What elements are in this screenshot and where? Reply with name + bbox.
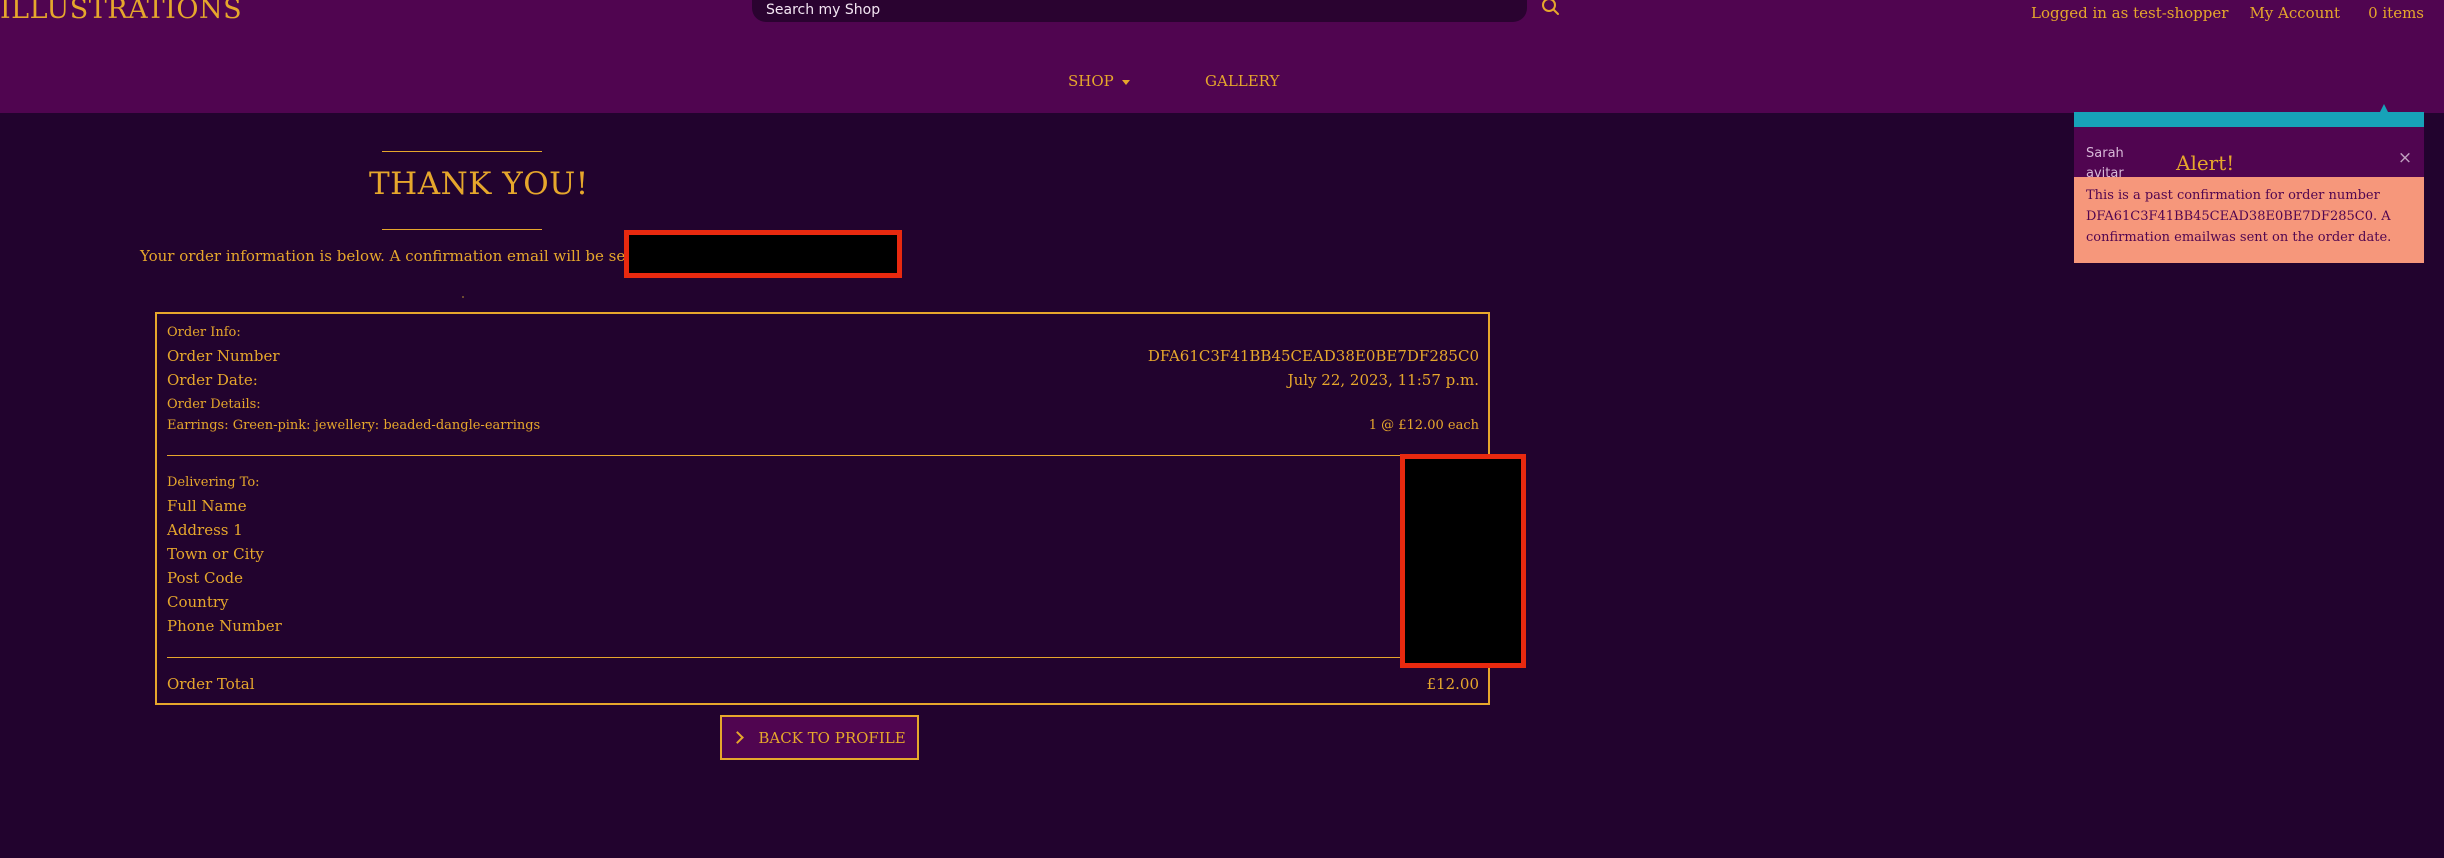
account-links: Logged in as test-shopper My Account 0 i… — [2031, 4, 2444, 22]
nav-shop-dropdown[interactable]: SHOP — [1068, 72, 1130, 90]
order-line-item: Earrings: Green-pink: jewellery: beaded-… — [167, 418, 1479, 433]
order-details-label: Order Details: — [167, 397, 261, 412]
page-title: THANK YOU! — [369, 166, 589, 202]
order-total-value: £12.00 — [1426, 675, 1480, 693]
cart-link[interactable]: 0 items — [2368, 4, 2424, 22]
site-header: ILLUSTRATIONS Logged in as test-shopper … — [0, 0, 2444, 113]
delivery-field-label: Phone Number — [167, 617, 282, 635]
item-qty-price: 1 @ £12.00 each — [1368, 418, 1479, 433]
delivery-field: Phone Number — [167, 617, 1479, 635]
title-rule-bottom — [382, 229, 542, 230]
alert-toast: Sarah avitar Alert! × This is a past con… — [2074, 104, 2424, 263]
delivery-field: Country — [167, 593, 1479, 611]
delivery-field: Town or City — [167, 545, 1479, 563]
order-details-heading-row: Order Details: — [167, 397, 1479, 412]
divider-dot — [462, 296, 464, 298]
nav-gallery-link[interactable]: GALLERY — [1205, 72, 1279, 90]
confirmation-intro: Your order information is below. A confi… — [140, 247, 661, 265]
delivery-field: Post Code — [167, 569, 1479, 587]
delivery-field-label: Country — [167, 593, 229, 611]
delivery-label: Delivering To: — [167, 475, 260, 490]
toast-message: This is a past confirmation for order nu… — [2074, 177, 2424, 263]
redacted-email — [624, 230, 902, 278]
section-divider — [167, 455, 1479, 456]
search-bar — [752, 0, 1527, 22]
back-to-profile-button[interactable]: BACK TO PROFILE — [720, 715, 919, 760]
toast-arrow — [2380, 104, 2388, 112]
delivery-field-label: Post Code — [167, 569, 243, 587]
avatar: Sarah avitar — [2086, 146, 2124, 181]
order-number-value: DFA61C3F41BB45CEAD38E0BE7DF285C0 — [1147, 347, 1479, 365]
toast-header: Sarah avitar Alert! × — [2074, 127, 2424, 181]
order-total-row: Order Total £12.00 — [167, 675, 1479, 693]
nav-shop-label: SHOP — [1068, 72, 1114, 90]
order-total-label: Order Total — [167, 675, 255, 693]
toast-accent-bar — [2074, 104, 2424, 127]
order-date-row: Order Date: July 22, 2023, 11:57 p.m. — [167, 371, 1479, 389]
delivery-field-label: Town or City — [167, 545, 264, 563]
title-rule-top — [382, 151, 542, 152]
chevron-right-icon — [731, 731, 745, 744]
order-info-label: Order Info: — [167, 325, 241, 340]
order-summary-card: Order Info: Order Number DFA61C3F41BB45C… — [155, 312, 1490, 705]
order-number-row: Order Number DFA61C3F41BB45CEAD38E0BE7DF… — [167, 347, 1479, 365]
search-button[interactable] — [1538, 0, 1564, 20]
order-date-label: Order Date: — [167, 371, 258, 389]
delivery-field: Full Name — [167, 497, 1479, 515]
delivery-heading-row: Delivering To: — [167, 475, 1479, 490]
main-nav: SHOP GALLERY — [0, 72, 2444, 94]
redacted-delivery-details — [1400, 454, 1526, 668]
order-date-value: July 22, 2023, 11:57 p.m. — [1287, 371, 1479, 389]
order-info-heading-row: Order Info: — [167, 325, 1479, 340]
search-input[interactable] — [752, 0, 1527, 22]
delivery-field-label: Full Name — [167, 497, 247, 515]
brand-logo[interactable]: ILLUSTRATIONS — [0, 0, 242, 25]
my-account-link[interactable]: My Account — [2249, 4, 2340, 22]
close-icon[interactable]: × — [2396, 149, 2414, 167]
chevron-down-icon — [1121, 79, 1130, 85]
search-icon — [1542, 0, 1559, 15]
back-to-profile-label: BACK TO PROFILE — [758, 728, 906, 747]
order-number-label: Order Number — [167, 347, 280, 365]
toast-title: Alert! — [2176, 151, 2235, 175]
delivery-field: Address 1 — [167, 521, 1479, 539]
delivery-field-label: Address 1 — [167, 521, 243, 539]
logged-in-link[interactable]: Logged in as test-shopper — [2031, 4, 2228, 22]
item-name: Earrings: Green-pink: jewellery: beaded-… — [167, 418, 541, 433]
section-divider — [167, 657, 1479, 658]
